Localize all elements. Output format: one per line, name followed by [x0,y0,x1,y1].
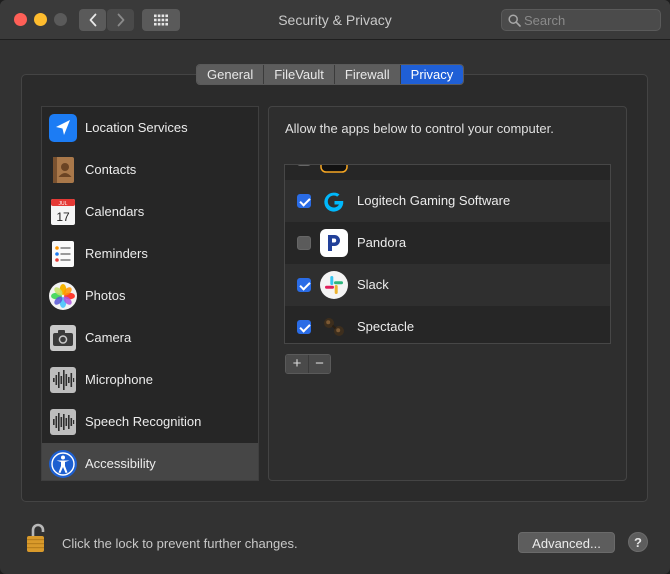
app-name: Logitech Gaming Software [357,193,511,208]
camera-icon [50,325,76,351]
tab-bar: General FileVault Firewall Privacy [196,64,465,85]
contacts-book-icon [53,157,74,183]
lock-open-icon[interactable] [25,522,51,554]
add-remove-control: + − [285,354,331,374]
search-input[interactable] [524,11,656,29]
sidebar-item-label: Speech Recognition [85,414,202,429]
remove-app-button[interactable]: − [308,355,330,373]
app-checkbox[interactable] [297,194,311,208]
accessibility-person-icon [49,450,77,478]
list-item: Logitech Gaming Software [285,180,610,222]
panel-description: Allow the apps below to control your com… [285,121,554,136]
list-item: Pandora [285,222,610,264]
privacy-category-list: Location Services Contacts JUL 17 Calend… [41,106,259,481]
help-button[interactable]: ? [628,532,648,552]
sidebar-item-label: Microphone [85,372,153,387]
sidebar-item-reminders[interactable]: Reminders [42,233,258,275]
app-checkbox[interactable] [297,165,311,166]
tab-general[interactable]: General [197,65,265,84]
logitech-g-icon [324,192,344,212]
tab-firewall[interactable]: Firewall [334,65,401,84]
sidebar-item-label: Photos [85,288,126,303]
lock-status-text: Click the lock to prevent further change… [62,536,298,551]
sidebar-item-accessibility[interactable]: Accessibility [42,443,258,480]
app-name: Spectacle [357,319,415,334]
sidebar-item-label: Calendars [85,204,145,219]
speech-waveform-icon [50,409,76,435]
sidebar-item-camera[interactable]: Camera [42,317,258,359]
sidebar-item-photos[interactable]: Photos [42,275,258,317]
sidebar-item-label: Location Services [85,120,188,135]
sidebar-item-label: Reminders [85,246,148,261]
svg-text:17: 17 [56,210,70,224]
sidebar-item-contacts[interactable]: Contacts [42,149,258,191]
app-checkbox[interactable] [297,236,311,250]
list-item: Slack [285,264,610,306]
sidebar-item-location-services[interactable]: Location Services [42,107,258,149]
photos-flower-icon [49,282,77,310]
sidebar-item-calendars[interactable]: JUL 17 Calendars [42,191,258,233]
list-item [285,165,610,180]
calendar-icon: JUL 17 [51,199,75,225]
pandora-p-icon [320,229,348,257]
microphone-waveform-icon [50,367,76,393]
sidebar-item-microphone[interactable]: Microphone [42,359,258,401]
search-field[interactable] [501,9,661,31]
list-item: Spectacle [285,306,610,343]
sidebar-item-label: Camera [85,330,132,345]
advanced-button[interactable]: Advanced... [518,532,615,553]
app-name: Pandora [357,235,407,250]
svg-text:JUL: JUL [59,201,68,207]
app-icon [320,165,348,173]
tab-privacy[interactable]: Privacy [400,65,464,84]
sidebar-item-speech-recognition[interactable]: Speech Recognition [42,401,258,443]
spectacle-icon [324,318,344,336]
sidebar-item-label: Accessibility [85,456,156,471]
title-bar: Security & Privacy [0,0,670,40]
app-checkbox[interactable] [297,320,311,334]
tab-filevault[interactable]: FileVault [264,65,335,84]
search-icon [508,14,521,27]
slack-icon [320,271,348,299]
app-checkbox[interactable] [297,278,311,292]
location-arrow-icon [49,114,77,142]
add-app-button[interactable]: + [286,355,308,373]
app-name: Slack [357,277,389,292]
preferences-window: Security & Privacy General FileVault Fir… [0,0,670,574]
app-list[interactable]: Logitech Gaming Software Pandora Slack S… [284,164,611,344]
reminders-list-icon [52,241,74,267]
sidebar-item-label: Contacts [85,162,137,177]
